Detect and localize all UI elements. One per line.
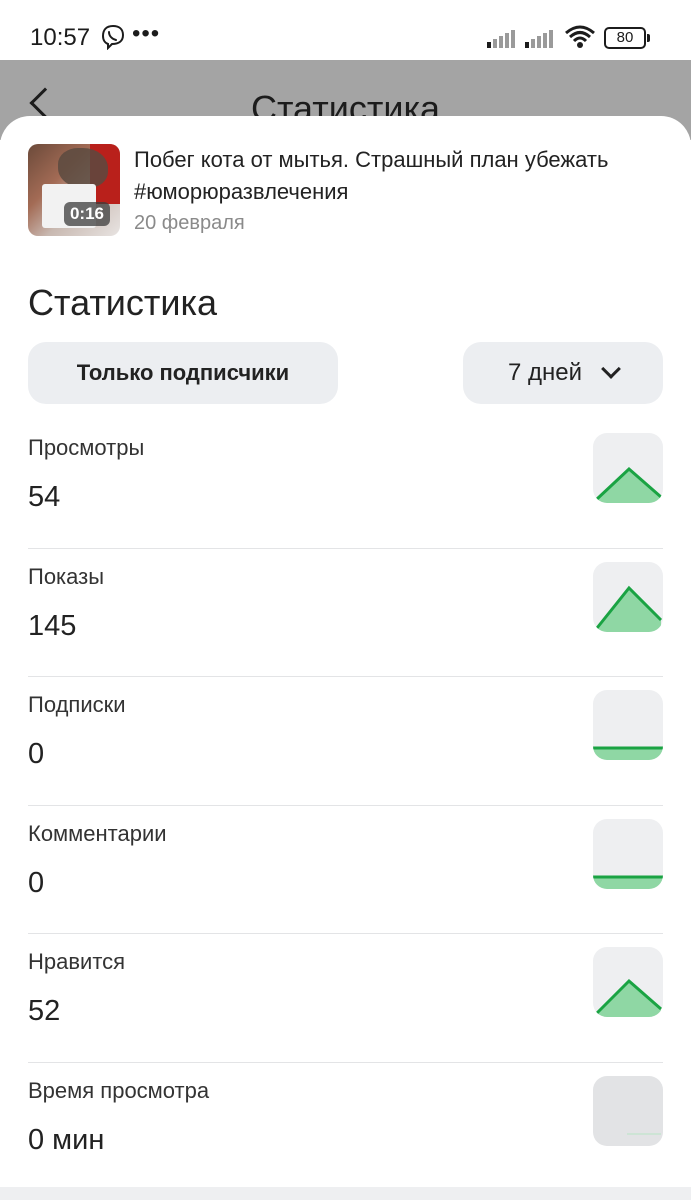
period-label: 7 дней bbox=[507, 359, 583, 386]
sparkline-empty-icon bbox=[593, 1075, 663, 1146]
viber-icon bbox=[101, 24, 125, 50]
stats-bottom-sheet: 0:16 Побег кота от мытья. Страшный план … bbox=[0, 116, 691, 1200]
video-date: 20 февраля bbox=[134, 212, 245, 234]
sparkline-flat-icon bbox=[593, 818, 663, 889]
cat-image bbox=[58, 148, 108, 188]
bottom-strip bbox=[0, 1187, 691, 1200]
stat-value: 0 мин bbox=[28, 1123, 105, 1156]
sparkline-up-icon bbox=[593, 947, 663, 1017]
stat-row-impressions[interactable]: Показы 145 bbox=[0, 547, 691, 677]
section-title: Статистика bbox=[28, 282, 218, 323]
stat-label: Время просмотра bbox=[28, 1077, 210, 1103]
stat-row-likes[interactable]: Нравится 52 bbox=[0, 933, 691, 1062]
stat-label: Просмотры bbox=[28, 435, 145, 460]
stat-label: Подписки bbox=[28, 692, 126, 717]
stat-value: 52 bbox=[28, 995, 61, 1027]
stat-row-subscriptions[interactable]: Подписки 0 bbox=[0, 676, 691, 805]
stat-value: 145 bbox=[28, 609, 77, 642]
period-dropdown[interactable]: 7 дней bbox=[463, 342, 663, 404]
stat-label: Нравится bbox=[28, 949, 126, 974]
status-bar: 10:57 ••• 80 bbox=[0, 0, 691, 60]
stats-list: Просмотры 54 Показы 145 Подписки 0 Комме… bbox=[0, 419, 691, 1190]
stat-value: 0 bbox=[28, 738, 45, 770]
video-thumbnail[interactable]: 0:16 bbox=[28, 144, 120, 236]
sparkline-up-icon bbox=[593, 561, 663, 632]
video-title: Побег кота от мытья. Страшный план убежа… bbox=[134, 147, 609, 204]
stat-row-views[interactable]: Просмотры 54 bbox=[0, 419, 691, 548]
wifi-icon bbox=[565, 25, 595, 48]
sparkline-flat-icon bbox=[593, 690, 663, 760]
stat-label: Комментарии bbox=[28, 820, 167, 846]
stat-value: 0 bbox=[28, 866, 45, 899]
subscribers-only-filter[interactable]: Только подписчики bbox=[28, 342, 338, 404]
sparkline-up-icon bbox=[593, 433, 663, 503]
more-notifications-icon: ••• bbox=[132, 20, 161, 47]
signal-icon bbox=[487, 30, 515, 48]
stat-row-watch-time[interactable]: Время просмотра 0 мин bbox=[0, 1061, 691, 1191]
video-duration: 0:16 bbox=[63, 202, 110, 226]
stat-row-comments[interactable]: Комментарии 0 bbox=[0, 804, 691, 934]
stat-label: Показы bbox=[28, 563, 105, 589]
status-time: 10:57 bbox=[30, 24, 91, 51]
chevron-down-icon bbox=[601, 359, 621, 379]
signal-icon-2 bbox=[525, 30, 553, 48]
battery-icon: 80 bbox=[604, 27, 650, 49]
filter-label: Только подписчики bbox=[76, 360, 290, 385]
stat-value: 54 bbox=[28, 481, 61, 513]
